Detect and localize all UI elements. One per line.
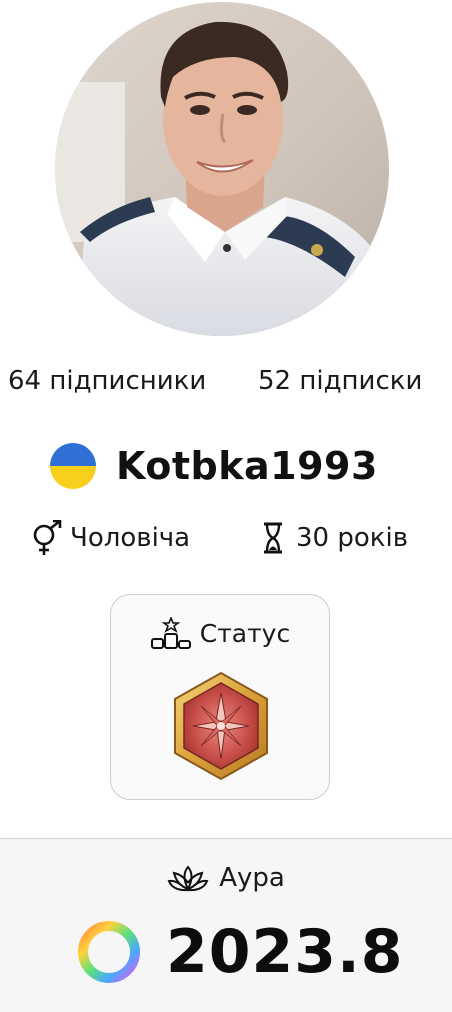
hourglass-icon [256,518,290,558]
status-label: Статус [199,618,291,648]
aura-label: Аура [219,863,285,893]
gender-info: Чоловіча [30,518,190,558]
info-row: Чоловіча 30 років [0,518,452,562]
gender-icon [30,518,64,558]
aura-value: 2023.8 [166,917,404,987]
rainbow-ring-icon [76,919,142,985]
aura-section: Аура 2023.8 [0,838,452,1012]
lotus-icon [167,863,209,893]
followers-count[interactable]: 64 підписники [8,366,206,396]
follow-stats: 64 підписники 52 підписки [0,366,452,406]
status-header: Статус [111,617,329,649]
age-info: 30 років [256,518,408,558]
ukraine-flag-icon [50,443,96,489]
name-row: Kotbka1993 [50,440,378,492]
aura-header: Аура [0,863,452,893]
following-count[interactable]: 52 підписки [258,366,422,396]
username: Kotbka1993 [116,444,378,488]
avatar[interactable] [55,2,389,336]
age-text: 30 років [296,523,409,553]
gender-text: Чоловіча [70,523,191,553]
profile-page: 64 підписники 52 підписки Kotbka1993 Чол… [0,0,452,1012]
podium-icon [150,617,192,649]
compass-star-badge-icon [171,671,271,785]
status-card[interactable]: Статус [110,594,330,800]
